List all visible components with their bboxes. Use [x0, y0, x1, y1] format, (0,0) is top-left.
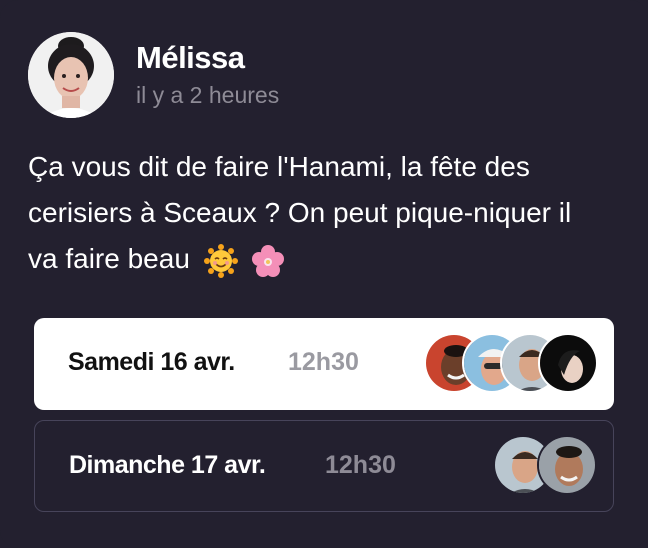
- slot-day-label: Dimanche 17 avr.: [69, 451, 266, 479]
- participant-avatar: [538, 333, 598, 393]
- post-message-text: Ça vous dit de faire l'Hanami, la fête d…: [28, 151, 572, 274]
- slot-day-label: Samedi 16 avr.: [68, 348, 235, 376]
- author-avatar[interactable]: [28, 32, 114, 118]
- post-message: Ça vous dit de faire l'Hanami, la fête d…: [28, 144, 588, 282]
- smiling-sun-icon: [203, 243, 238, 278]
- slot-option-saturday[interactable]: Samedi 16 avr. 12h30: [34, 318, 614, 410]
- post-timestamp: il y a 2 heures: [136, 82, 280, 108]
- slot-time-label: 12h30: [288, 348, 359, 376]
- participant-avatar: [537, 435, 597, 495]
- post-card: Mélissa il y a 2 heures Ça vous dit de f…: [0, 0, 648, 548]
- slot-time-label: 12h30: [325, 451, 396, 479]
- participant-avatars[interactable]: [424, 333, 600, 395]
- author-name[interactable]: Mélissa: [136, 40, 245, 76]
- cherry-blossom-icon: [251, 244, 285, 278]
- participant-avatars[interactable]: [493, 435, 599, 497]
- slot-option-sunday[interactable]: Dimanche 17 avr. 12h30: [34, 420, 614, 512]
